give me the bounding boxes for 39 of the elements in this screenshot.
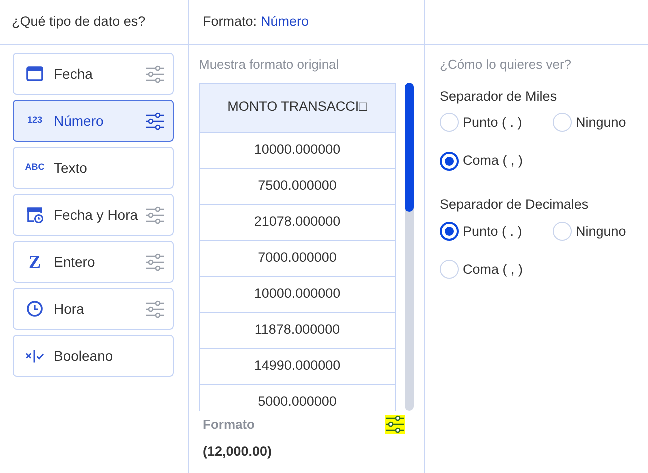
section-title: Muestra formato original [199,56,340,74]
radio-option[interactable]: Coma ( , ) [440,260,553,280]
data-type-button[interactable]: ABC Texto [13,147,174,189]
radio-button[interactable] [440,152,459,171]
table-cell: 10000.000000 [200,132,396,168]
format-label: Formato: [203,12,258,31]
table-cell: 11878.000000 [200,312,396,348]
table-cell: 7000.000000 [200,240,396,276]
section-title: ¿Cómo lo quieres ver? [440,56,572,74]
data-type-button[interactable]: 123 Número [13,100,174,142]
radio-option[interactable]: Ninguno [553,222,643,242]
radio-option[interactable]: Coma ( , ) [440,151,553,172]
format-result: (12,000.00) [202,443,274,461]
table-cell: 21078.000000 [200,204,396,240]
radio-option[interactable]: Punto ( . ) [440,222,553,242]
data-type-button[interactable]: Fecha y Hora [13,194,174,236]
table-cell: 10000.000000 [200,276,396,312]
type-icon-text: 123 [26,114,44,128]
type-icon-text: ABC [24,161,46,174]
data-type-button[interactable]: Hora [13,288,174,330]
column-header: MONTO TRANSACCI□ [200,83,396,132]
type-icon-text: Z [28,250,42,274]
data-type-button[interactable]: Z Entero [13,241,174,283]
group-title: Separador de Miles [440,88,558,106]
panel-title: ¿Qué tipo de dato es? [0,0,188,45]
clock-icon [24,300,46,318]
radio-option[interactable]: Punto ( . ) [440,112,553,133]
table-cell: 14990.000000 [200,348,396,384]
format-label: Formato [203,416,255,434]
group-title: Separador de Decimales [440,196,590,214]
table-cell: 7500.000000 [200,168,396,204]
data-type-button[interactable]: Fecha [13,53,174,95]
radio-button[interactable] [440,222,459,242]
calendar-icon [24,65,46,83]
radio-option[interactable]: Ninguno [553,112,643,133]
scrollbar-thumb[interactable] [405,82,414,212]
format-value: Número [261,12,310,31]
scrollbar-track[interactable] [405,82,414,410]
data-type-button[interactable]: Booleano [13,335,174,377]
